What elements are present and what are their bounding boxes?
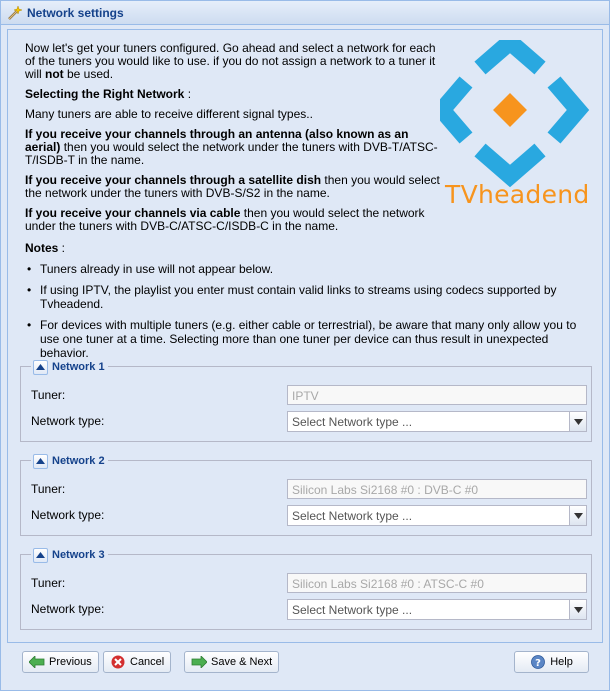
cable-bold: If you receive your channels via cable [25,206,241,220]
tuner-label: Tuner: [31,576,66,590]
notes-heading-text: Notes [25,241,59,255]
save-next-button[interactable]: Save & Next [184,651,280,673]
network-type-select[interactable]: Select Network type ... [287,411,587,432]
help-icon: ? [530,654,546,670]
network-1-legend: Network 1 [31,359,108,375]
intro-text-b: be used. [63,67,114,81]
network-3-fieldset: Network 3 Tuner: Silicon Labs Si2168 #0 … [20,547,592,630]
network-type-select[interactable]: Select Network type ... [287,599,587,620]
intro-paragraph: Now let's get your tuners configured. Go… [25,42,440,81]
tuner-field: IPTV [287,385,587,405]
chevron-down-icon[interactable] [569,600,586,619]
collapse-up-icon[interactable] [33,547,48,563]
note-item: For devices with multiple tuners (e.g. e… [25,318,585,360]
network-type-label: Network type: [31,602,105,616]
selecting-heading-suffix: : [184,87,192,101]
collapse-up-icon[interactable] [33,453,48,469]
network-2-fieldset: Network 2 Tuner: Silicon Labs Si2168 #0 … [20,453,592,536]
previous-button[interactable]: Previous [22,651,99,673]
selecting-heading-text: Selecting the Right Network [25,87,185,101]
notes-heading: Notes : [25,241,595,255]
network-1-title: Network 1 [52,361,105,373]
tuner-label: Tuner: [31,388,66,402]
network-1-fieldset: Network 1 Tuner: IPTV Network type: Sele… [20,359,592,442]
help-button[interactable]: ? Help [514,651,589,673]
notes-section: Notes : Tuners already in use will not a… [25,241,595,367]
network-type-placeholder: Select Network type ... [292,509,413,523]
chevron-down-icon[interactable] [569,506,586,525]
help-label: Help [550,656,573,668]
satellite-bold: If you receive your channels through a s… [25,173,322,187]
cancel-label: Cancel [130,656,165,668]
network-type-select[interactable]: Select Network type ... [287,505,587,526]
notes-heading-suffix: : [58,241,66,255]
network-3-legend: Network 3 [31,547,108,563]
intro-text-bold: not [45,67,64,81]
antenna-paragraph: If you receive your channels through an … [25,128,440,167]
arrow-left-icon [29,654,45,670]
cable-paragraph: If you receive your channels via cable t… [25,207,440,233]
arrow-right-icon [191,654,207,670]
note-item: If using IPTV, the playlist you enter mu… [25,283,585,311]
tuner-field: Silicon Labs Si2168 #0 : ATSC-C #0 [287,573,587,593]
window-title: Network settings [27,6,124,20]
save-next-label: Save & Next [211,656,273,668]
previous-label: Previous [49,656,92,668]
notes-list: Tuners already in use will not appear be… [25,262,595,360]
signal-types-paragraph: Many tuners are able to receive differen… [25,107,313,121]
network-type-placeholder: Select Network type ... [292,415,413,429]
network-settings-window: Network settings Now let's get your tune… [0,0,610,691]
selecting-heading: Selecting the Right Network : [25,88,440,101]
wizard-panel: Now let's get your tuners configured. Go… [7,29,603,643]
network-2-title: Network 2 [52,455,105,467]
note-item: Tuners already in use will not appear be… [25,262,585,276]
chevron-down-icon[interactable] [569,412,586,431]
tvheadend-logo-text: TVheadend [445,180,590,209]
tuner-label: Tuner: [31,482,66,496]
svg-text:?: ? [535,658,541,669]
network-3-title: Network 3 [52,549,105,561]
network-type-label: Network type: [31,508,105,522]
network-type-label: Network type: [31,414,105,428]
cancel-button[interactable]: Cancel [103,651,172,673]
cancel-icon [110,654,126,670]
satellite-paragraph: If you receive your channels through a s… [25,174,440,200]
wizard-wand-icon [8,5,22,20]
collapse-up-icon[interactable] [33,359,48,375]
tuner-field: Silicon Labs Si2168 #0 : DVB-C #0 [287,479,587,499]
window-titlebar: Network settings [1,1,609,25]
network-type-placeholder: Select Network type ... [292,603,413,617]
antenna-rest: then you would select the network under … [25,140,438,167]
intro-text: Now let's get your tuners configured. Go… [25,42,440,240]
network-2-legend: Network 2 [31,453,108,469]
